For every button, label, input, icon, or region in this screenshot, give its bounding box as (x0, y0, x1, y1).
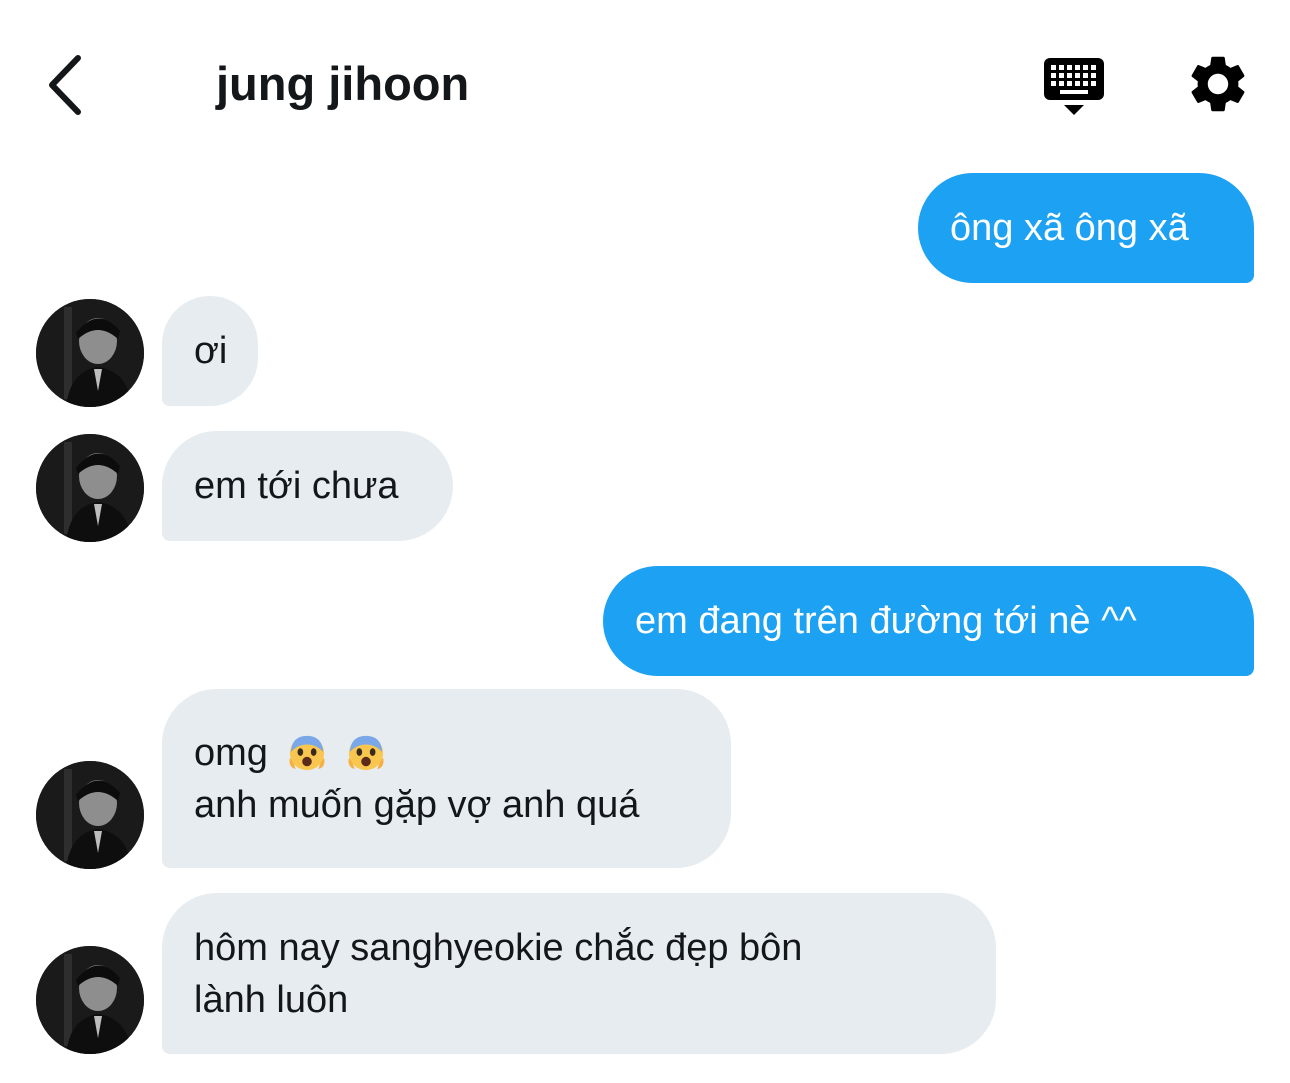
message-bubble-incoming[interactable]: ơi (162, 296, 258, 406)
settings-button[interactable] (1184, 50, 1252, 118)
back-button[interactable] (38, 50, 98, 120)
message-line: omg (194, 727, 639, 779)
keyboard-button[interactable] (1038, 52, 1110, 122)
keyboard-icon (1044, 58, 1104, 115)
message-text: hôm nay sanghyeokie chắc đẹp bôn lành lu… (194, 926, 803, 1021)
conversation-title: jung jihoon (216, 57, 470, 110)
profile-photo (36, 946, 144, 1054)
message-bubble-incoming[interactable]: omg anh muốn gặp vợ anh quá (162, 689, 731, 868)
message-bubble-outgoing[interactable]: ông xã ông xã (918, 173, 1254, 283)
message-text-block: omg anh muốn gặp vợ anh quá (194, 727, 639, 831)
gear-icon (1191, 56, 1245, 112)
message-text: em đang trên đường tới nè ^^ (635, 600, 1137, 642)
avatar[interactable] (36, 946, 144, 1054)
avatar[interactable] (36, 299, 144, 407)
message-bubble-incoming[interactable]: em tới chưa (162, 431, 453, 541)
message-line: anh muốn gặp vợ anh quá (194, 783, 640, 826)
message-bubble-outgoing[interactable]: em đang trên đường tới nè ^^ (603, 566, 1254, 676)
profile-photo (36, 761, 144, 869)
message-text: ơi (194, 330, 228, 372)
message-bubble-incoming[interactable]: hôm nay sanghyeokie chắc đẹp bôn lành lu… (162, 893, 996, 1054)
avatar[interactable] (36, 761, 144, 869)
fearful-face-emoji (348, 735, 384, 770)
profile-photo (36, 434, 144, 542)
message-text: omg (194, 731, 268, 774)
fearful-face-emoji (290, 735, 325, 770)
chevron-left-icon (49, 55, 81, 115)
profile-photo (36, 299, 144, 407)
message-text: ông xã ông xã (950, 207, 1189, 249)
message-text: em tới chưa (194, 465, 399, 507)
conversation-header: jung jihoon (0, 0, 1290, 160)
avatar[interactable] (36, 434, 144, 542)
